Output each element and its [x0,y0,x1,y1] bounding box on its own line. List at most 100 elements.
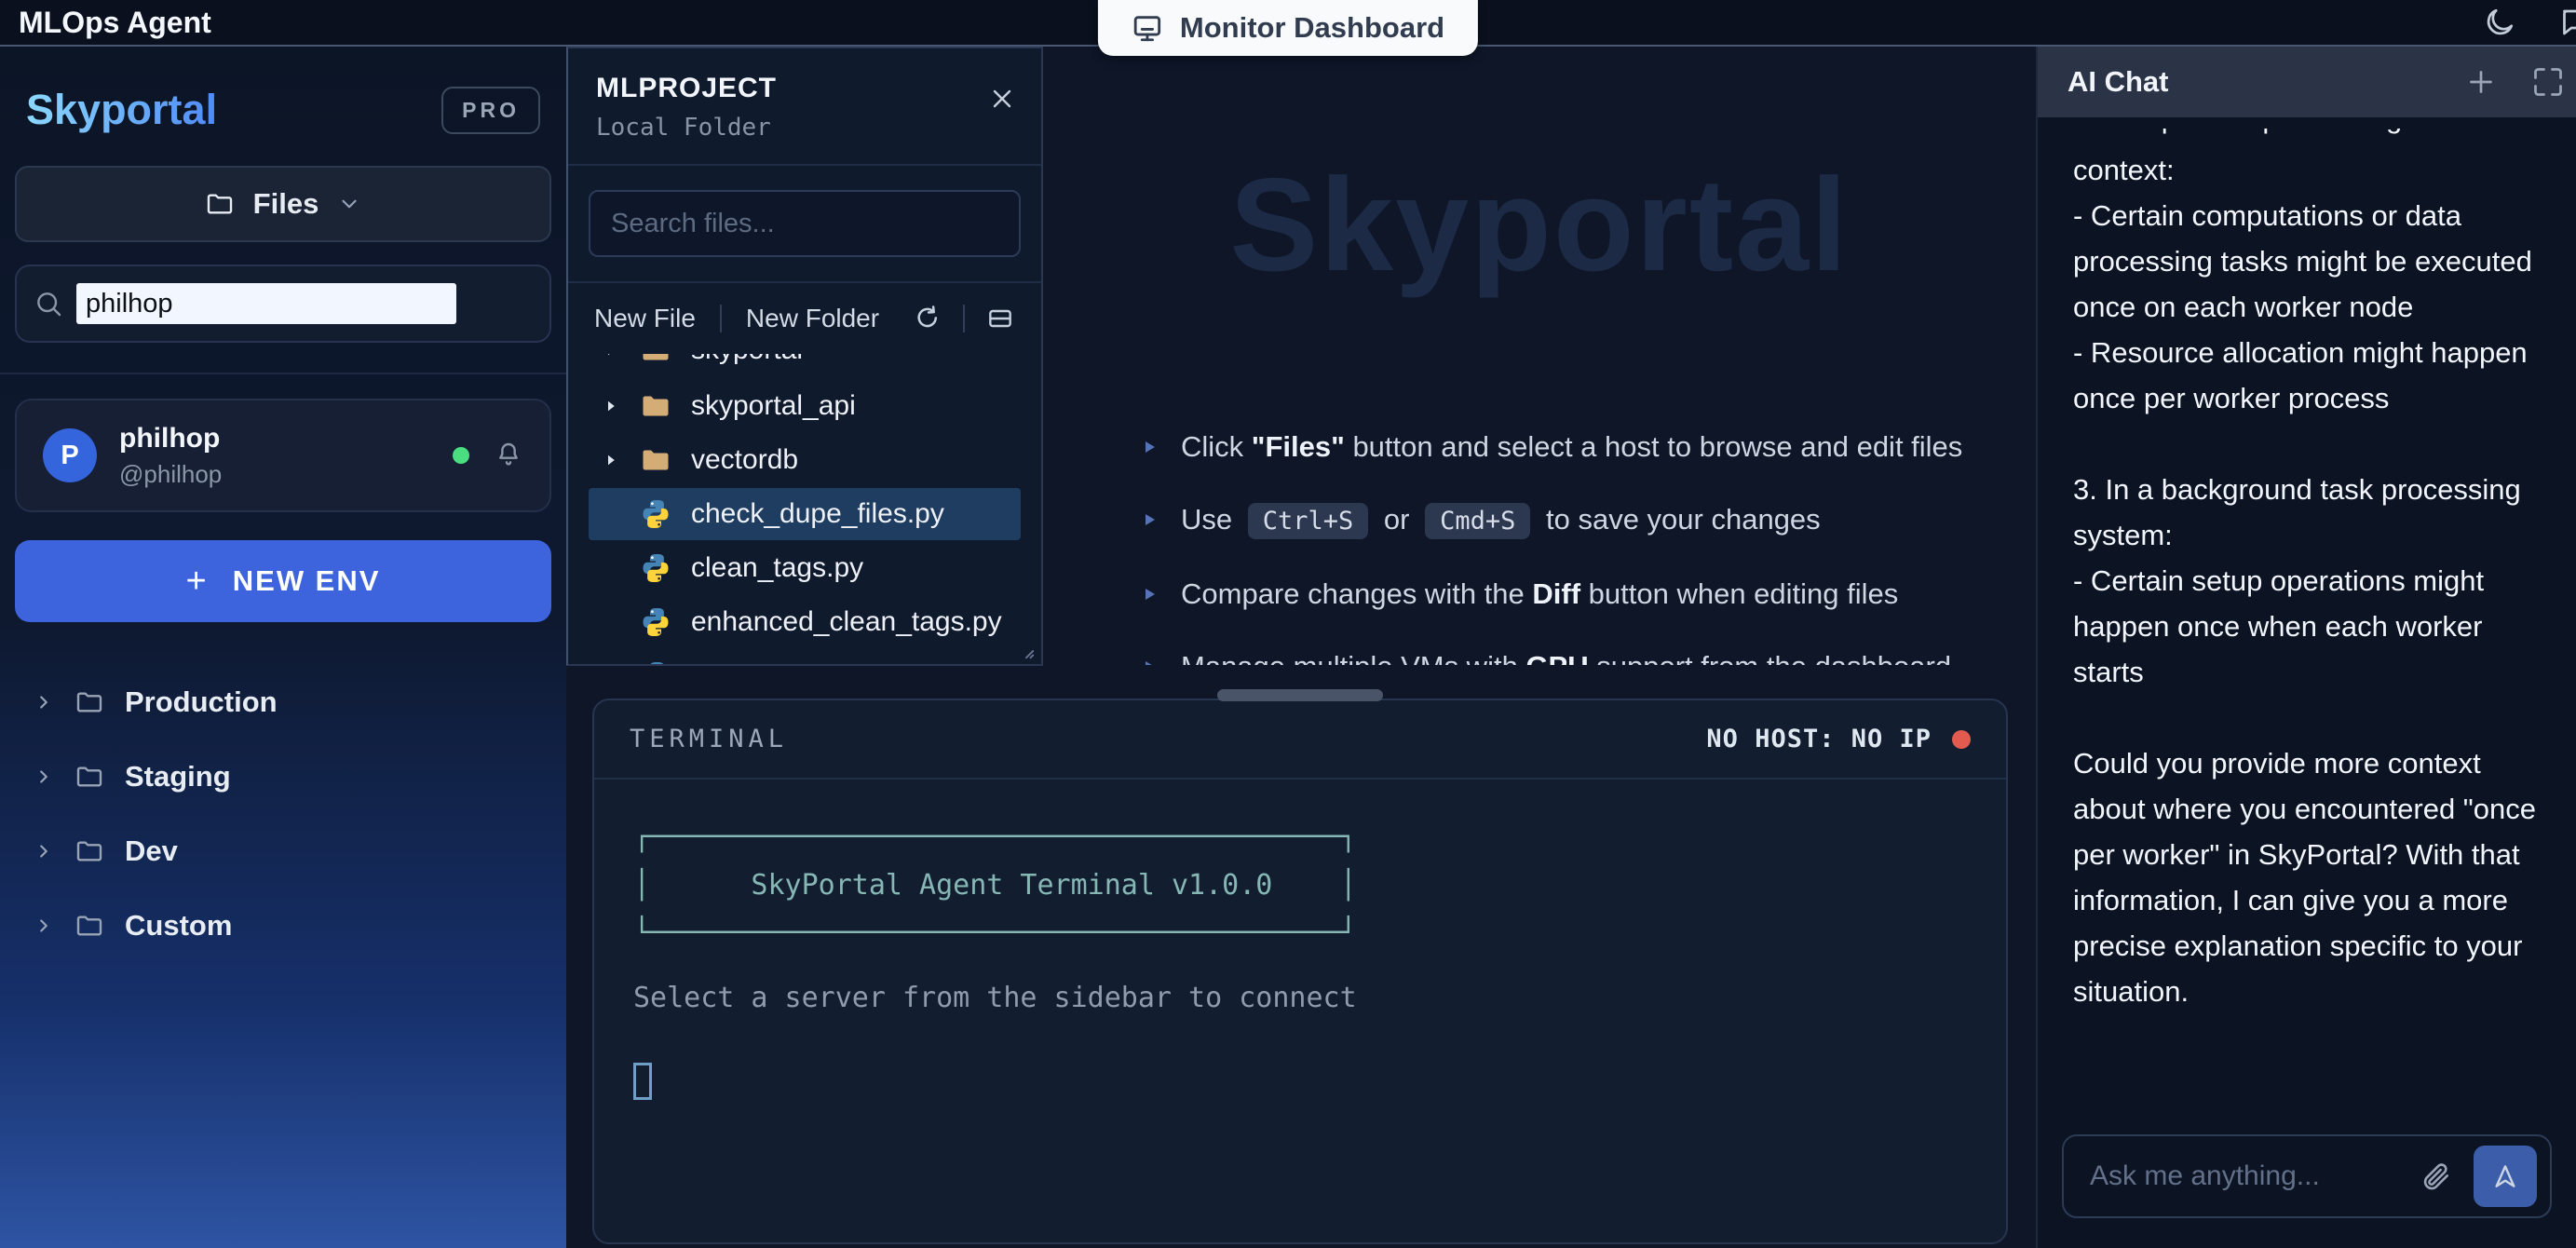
file-tree-row-skyportal_api[interactable]: skyportal_api [589,380,1021,432]
tip-segment: support from the dashboard [1589,650,1951,665]
tip-item: Compare changes with the Diff button whe… [1144,572,2036,617]
toolbar-separator [963,305,965,332]
tip-segment: Diff [1532,577,1580,610]
env-label: Staging [125,760,231,794]
user-name: philhop [119,423,222,454]
file-name: skyportal [691,354,803,366]
chevron-down-icon [337,192,361,216]
python-file-icon [639,605,672,639]
close-icon[interactable] [987,84,1017,114]
watermark: Skyportal [1229,149,1849,302]
sidebar-divider [0,373,566,374]
terminal-cursor [633,1063,652,1100]
paperclip-icon[interactable] [2420,1160,2451,1192]
terminal-message: Select a server from the sidebar to conn… [633,982,1967,1014]
folder-icon [205,189,235,219]
terminal-drag-handle[interactable] [1217,689,1383,701]
bell-icon[interactable] [494,441,523,470]
tip-segment: or [1376,503,1417,536]
file-name: check_dupe_files.py [691,498,944,530]
tip-segment: to save your changes [1538,503,1820,536]
chat-paragraph: Could you provide more context about whe… [2073,740,2541,1014]
theme-moon-icon[interactable] [2483,6,2516,39]
sidebar-item-staging[interactable]: Staging [0,739,566,814]
tip-bullet-icon [1144,439,1157,455]
tip-item: Use Ctrl+S or Cmd+S to save your changes [1144,497,2036,544]
chat-bubble-icon[interactable] [2557,6,2576,39]
tip-bullet-icon [1144,658,1157,665]
expand-icon[interactable] [2531,65,2565,99]
new-file-button[interactable]: New File [594,304,696,333]
new-env-label: NEW ENV [233,564,381,598]
send-button[interactable] [2474,1146,2537,1207]
file-tree-row-check_dupe_files.py[interactable]: check_dupe_files.py [589,488,1021,540]
file-tree-row-skyportal[interactable]: skyportal [589,354,1021,376]
monitor-icon [1132,12,1163,44]
chevron-right-icon [602,452,620,468]
new-env-button[interactable]: + NEW ENV [15,540,551,622]
user-card[interactable]: P philhop @philhop [15,399,551,512]
env-list: Production Staging Dev Custom [0,665,566,963]
chevron-right-icon [602,354,620,359]
file-search-input[interactable] [589,190,1021,257]
folder-icon [75,911,104,941]
tip-text: Use Ctrl+S or Cmd+S to save your changes [1181,497,1821,544]
chat-title: AI Chat [2068,65,2169,99]
server-panel-icon[interactable] [985,304,1015,333]
file-tree-row-vectordb[interactable]: vectordb [589,434,1021,486]
tip-segment: Compare changes with the [1181,577,1532,610]
monitor-dashboard-label: Monitor Dashboard [1180,11,1444,45]
chat-input[interactable] [2090,1160,2397,1192]
resize-handle-icon[interactable] [1015,640,1036,660]
file-name: vectordb [691,444,798,476]
body-row: Skyportal PRO Files P [0,47,2576,1248]
chevron-right-icon [34,841,54,861]
folder-icon [75,762,104,792]
sidebar-item-production[interactable]: Production [0,665,566,739]
tip-text: Click "Files" button and select a host t… [1181,425,1962,469]
folder-icon [75,836,104,866]
file-tree-row-clean_tags.py[interactable]: clean_tags.py [589,542,1021,594]
terminal-body[interactable]: ┌───────────────────────────────────────… [594,780,2006,1141]
online-status-dot [453,447,469,464]
ai-chat-panel: AI Chat 2. In a parallel processing cont… [2036,47,2576,1248]
tips-list: Click "Files" button and select a host t… [1144,425,2036,665]
keyboard-shortcut: Ctrl+S [1248,503,1369,539]
tip-text: Manage multiple VMs with GPU support fro… [1181,644,1951,665]
keyboard-shortcut: Cmd+S [1425,503,1530,539]
disconnected-status-dot [1952,730,1971,749]
explorer-title: MLPROJECT [596,73,1013,104]
tip-segment: button and select a host to browse and e… [1345,430,1962,463]
tip-segment: Manage multiple VMs with [1181,650,1525,665]
app-title: MLOps Agent [19,6,211,40]
terminal-status-text: NO HOST: NO IP [1706,725,1932,753]
sidebar-item-dev[interactable]: Dev [0,814,566,889]
tip-segment: Click [1181,430,1252,463]
chevron-right-icon [34,692,54,712]
refresh-icon[interactable] [913,304,942,333]
sidebar-item-custom[interactable]: Custom [0,889,566,963]
monitor-dashboard-button[interactable]: Monitor Dashboard [1098,0,1478,56]
new-chat-plus-icon[interactable] [2464,65,2498,99]
clipped-chat-line: 2. In a parallel processing [2073,129,2541,147]
terminal-panel: TERMINAL NO HOST: NO IP ┌───────────────… [592,699,2008,1244]
files-button[interactable]: Files [15,166,551,242]
python-file-icon [639,659,672,664]
chat-paragraph: context: - Certain computations or data … [2073,147,2541,421]
file-name: enhanced_clean_tags.py [691,606,1002,638]
file-explorer-panel: MLPROJECT Local Folder New File New Fold… [566,47,1043,666]
main-area: Skyportal Click "Files" button and selec… [566,47,2036,1248]
chevron-right-icon [34,766,54,787]
tip-item: Manage multiple VMs with GPU support fro… [1144,644,2036,665]
file-tree-row-enhanced_clean_tags.py[interactable]: enhanced_clean_tags.py [589,596,1021,648]
new-folder-button[interactable]: New Folder [746,304,879,333]
file-name: good_crawler_rss.py [691,660,949,664]
clipped-tree-row: skyportal [568,354,1041,378]
file-tree-row-good_crawler_rss.py[interactable]: good_crawler_rss.py [589,650,1021,664]
chat-message-area[interactable]: 2. In a parallel processing context: - C… [2038,117,2576,1114]
chevron-right-icon [602,398,620,414]
search-icon [34,289,63,319]
tip-text: Compare changes with the Diff button whe… [1181,572,1898,617]
env-label: Custom [125,909,232,943]
host-search-input[interactable] [76,283,456,324]
